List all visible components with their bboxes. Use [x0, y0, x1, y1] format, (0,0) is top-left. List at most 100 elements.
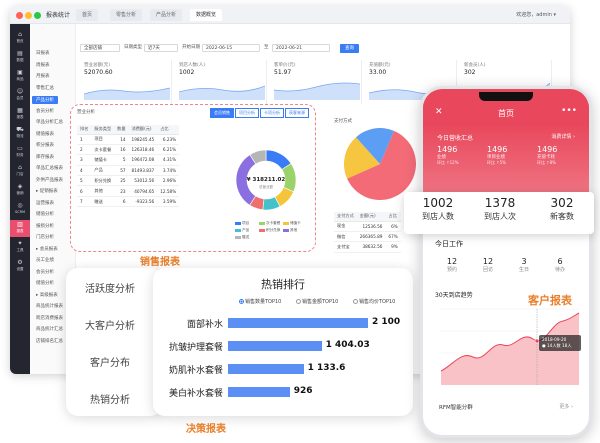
- table-row[interactable]: 现金 12536.56 6%: [334, 221, 401, 232]
- table-row[interactable]: 支付宝 38632.56 9%: [334, 241, 401, 253]
- today-work-item[interactable]: 3 生日: [509, 257, 539, 273]
- table-cell: 项目: [91, 134, 115, 145]
- table-row[interactable]: 2 次卡套餐 16 126318.46 6.21%: [77, 144, 180, 156]
- subnav-item[interactable]: 储值报表: [36, 131, 54, 137]
- subnav-item[interactable]: ▸ 会员报表: [36, 246, 58, 252]
- subnav-item[interactable]: 产品分析: [32, 96, 58, 104]
- hot-sort-option[interactable]: 销售金额TOP10: [296, 298, 338, 305]
- query-button[interactable]: 查询: [340, 44, 359, 53]
- hot-item-bar[interactable]: [228, 364, 304, 374]
- subnav-item[interactable]: 零售汇总: [36, 85, 54, 91]
- subnav-item[interactable]: 会员分析: [36, 269, 54, 275]
- minimize-dot-icon[interactable]: [25, 12, 32, 19]
- sales-tab[interactable]: 会员销售: [210, 108, 234, 118]
- sales-tab[interactable]: 卡项分析: [260, 108, 284, 118]
- kpi-card: 客单价(元) 51.97: [270, 60, 362, 104]
- subnav-item[interactable]: ▸ 促销报表: [36, 188, 58, 194]
- maximize-dot-icon[interactable]: [34, 12, 41, 19]
- table-row[interactable]: 4 产品 57 81493.837 3.74%: [77, 165, 180, 177]
- radio-icon[interactable]: [353, 299, 358, 304]
- hot-item-bar[interactable]: [228, 318, 368, 328]
- decision-menu-item[interactable]: 热销分析: [66, 391, 154, 406]
- sidebar-item-9[interactable]: ◎ SCRM: [10, 201, 30, 218]
- hot-item-value: 2 100: [372, 317, 401, 327]
- tab-retail[interactable]: 零售分析: [110, 9, 143, 21]
- decision-menu-item[interactable]: 大客户分析: [66, 317, 154, 332]
- subnav-item[interactable]: 店铺排名汇总: [36, 338, 63, 344]
- user-menu[interactable]: 欢迎您，admin ▾: [516, 11, 556, 18]
- column-header: 占比: [385, 212, 401, 222]
- sidebar-item-12[interactable]: ⚙ 设置: [10, 258, 30, 275]
- today-work-item[interactable]: 12 预约: [437, 257, 467, 273]
- subnav-item[interactable]: 单品汇总报表: [36, 165, 63, 171]
- sidebar-item-0[interactable]: ⌂ 首页: [10, 30, 30, 47]
- start-date-input[interactable]: 2022-06-15: [202, 44, 260, 52]
- table-row[interactable]: 3 储值卡 5 196472.08 4.31%: [77, 154, 180, 166]
- close-dot-icon[interactable]: [16, 12, 23, 19]
- sidebar-item-10[interactable]: ▥ 报表: [10, 220, 30, 237]
- subnav-item[interactable]: 单品分析汇总: [36, 119, 63, 125]
- subnav-item[interactable]: 储值分析: [36, 211, 54, 217]
- table-cell: 198245.45: [128, 134, 158, 145]
- sales-tab[interactable]: 项目分析: [235, 108, 259, 118]
- subnav-item[interactable]: 跨店消费报表: [36, 315, 63, 321]
- work-count: 12: [482, 257, 494, 266]
- trend-tooltip: 2018-09-20 ● 14人数 18人: [539, 335, 581, 351]
- sidebar-item-4[interactable]: ▦ 报表: [10, 106, 30, 123]
- table-row[interactable]: 微信 266365.89 67%: [334, 231, 401, 243]
- sidebar-item-11[interactable]: ✦ 工具: [10, 239, 30, 256]
- table-row[interactable]: 5 积分兑换 25 53012.56 2.96%: [77, 175, 180, 187]
- period-select[interactable]: 近7天: [144, 44, 178, 52]
- summary-metric: 1496 项目业绩 环比 ↑5%: [487, 145, 533, 166]
- decision-menu-item[interactable]: 客户分布: [66, 354, 154, 369]
- rfm-more-link[interactable]: 更多 ›: [559, 403, 573, 410]
- tab-product[interactable]: 产品分析: [150, 9, 183, 21]
- shop-select[interactable]: 全部店铺: [80, 44, 120, 52]
- subnav-item[interactable]: 门店分析: [36, 234, 54, 240]
- table-cell: 6.23%: [157, 134, 180, 145]
- sales-tab[interactable]: 获客来源: [285, 108, 309, 118]
- sidebar-item-6[interactable]: ▭ 财务: [10, 144, 30, 161]
- sidebar-item-7[interactable]: ⌂ 门店: [10, 163, 30, 180]
- radio-icon[interactable]: [296, 299, 301, 304]
- table-row[interactable]: 1 项目 14 198245.45 6.23%: [77, 134, 180, 145]
- sidebar-item-5[interactable]: ⛟ 物流: [10, 125, 30, 142]
- truck-icon: ⛟: [16, 126, 24, 133]
- today-work-item[interactable]: 12 回访: [473, 257, 503, 273]
- hot-item-bar[interactable]: [228, 341, 322, 351]
- subnav-item[interactable]: 月报表: [36, 73, 50, 79]
- tab-overview[interactable]: 数据概览: [190, 9, 223, 21]
- more-icon[interactable]: •••: [561, 106, 577, 116]
- subnav-item[interactable]: 商品统计报表: [36, 303, 63, 309]
- subnav-item[interactable]: 外供产品报表: [36, 177, 63, 183]
- sidebar-item-8[interactable]: ◈ 营销: [10, 182, 30, 199]
- hot-sort-option[interactable]: 销售数量TOP10: [239, 298, 281, 305]
- tag-icon: ◈: [17, 183, 23, 190]
- subnav-item[interactable]: 日报表: [36, 50, 50, 56]
- hot-item-bar[interactable]: [228, 387, 290, 397]
- table-row[interactable]: 7 赠送 6 -9323.56 3.59%: [77, 196, 180, 208]
- sidebar-item-1[interactable]: ▤ 数据: [10, 49, 30, 66]
- decision-menu-item[interactable]: 活跃度分析: [66, 280, 154, 295]
- subnav-item[interactable]: 库存报表: [36, 154, 54, 160]
- sales-table: 排名 服务类型 数量 消费额(元) 占比 1 项目 14 198245.45 6.23% 2 次卡套餐…: [77, 125, 180, 208]
- subnav-item[interactable]: ▸ 高级报表: [36, 292, 58, 298]
- subnav-item[interactable]: 会员分析: [36, 108, 54, 114]
- sidebar-item-2[interactable]: ▣ 商品: [10, 68, 30, 85]
- today-work-item[interactable]: 6 待办: [545, 257, 575, 273]
- subnav-item[interactable]: 积分报表: [36, 142, 54, 148]
- subnav-item[interactable]: 商品统计汇总: [36, 326, 63, 332]
- subnav-item[interactable]: 员工业绩: [36, 257, 54, 263]
- end-date-input[interactable]: 2022-06-21: [272, 44, 330, 52]
- radio-icon[interactable]: [239, 299, 244, 304]
- sidebar-item-3[interactable]: ☺ 会员: [10, 87, 30, 104]
- subnav-item[interactable]: 储值分析: [36, 280, 54, 286]
- table-row[interactable]: 6 其他 23 40794.65 12.58%: [77, 185, 180, 197]
- tab-home[interactable]: 首页: [76, 9, 99, 21]
- subnav-item[interactable]: 周报表: [36, 62, 50, 68]
- subnav-item[interactable]: 报损分析: [36, 223, 54, 229]
- subnav-item[interactable]: 运营报表: [36, 200, 54, 206]
- table-cell: 14: [114, 134, 129, 145]
- hot-sort-option[interactable]: 销售均价TOP10: [353, 298, 395, 305]
- summary-link[interactable]: 消费详情 ›: [551, 133, 575, 140]
